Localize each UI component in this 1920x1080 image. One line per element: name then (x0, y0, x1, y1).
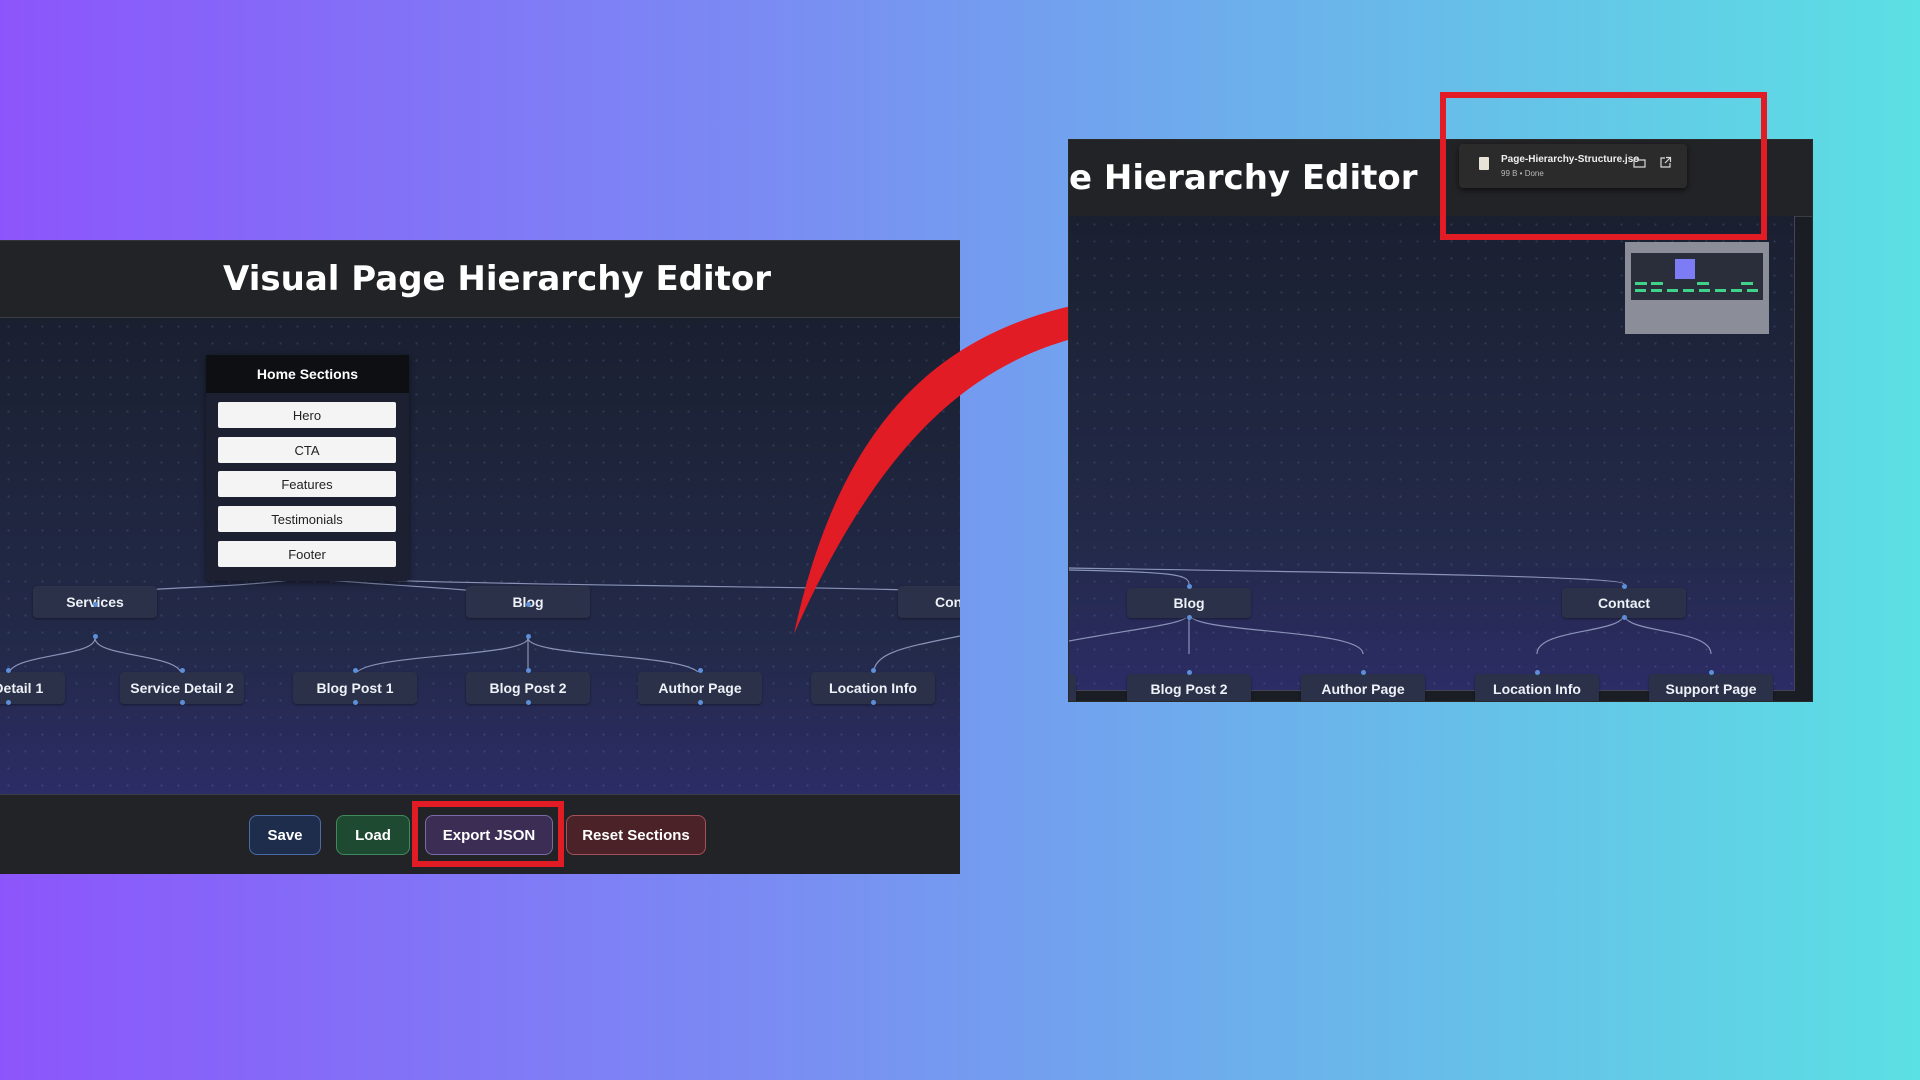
reset-sections-button[interactable]: Reset Sections (566, 815, 706, 855)
minimap-canvas (1631, 253, 1763, 300)
connector-dot[interactable] (1361, 670, 1366, 675)
home-sections-panel[interactable]: Home Sections Hero CTA Features Testimon… (206, 355, 409, 581)
connector-dot[interactable] (6, 668, 11, 673)
connector-dot[interactable] (353, 700, 358, 705)
download-highlight-box (1440, 92, 1767, 240)
node-contact[interactable]: Contact (1562, 588, 1686, 618)
connector-dot[interactable] (526, 700, 531, 705)
page-title: Visual Page Hierarchy Editor (223, 259, 772, 299)
connector-dot[interactable] (871, 700, 876, 705)
section-item-testimonials[interactable]: Testimonials (218, 506, 396, 532)
minimap-node-row (1635, 289, 1759, 292)
node-blog[interactable]: Blog (1127, 588, 1251, 618)
connector-dot[interactable] (698, 700, 703, 705)
connector-dot[interactable] (1187, 584, 1192, 589)
node-location-info[interactable]: Location Info (1475, 674, 1599, 701)
connector-dot[interactable] (180, 700, 185, 705)
minimap-viewport[interactable] (1675, 259, 1695, 279)
connector-dot[interactable] (1709, 670, 1714, 675)
hierarchy-canvas[interactable]: Blog Contact Blog Post 2 Author Page Loc… (1069, 216, 1795, 701)
node-blog-post-2[interactable]: Blog Post 2 (1127, 674, 1251, 701)
home-sections-header: Home Sections (206, 355, 409, 393)
minimap-node (1635, 282, 1647, 285)
connector-dot[interactable] (180, 668, 185, 673)
connector-dot[interactable] (1187, 615, 1192, 620)
section-item-cta[interactable]: CTA (218, 437, 396, 463)
connector-dot[interactable] (93, 602, 98, 607)
connector-dot[interactable] (1535, 670, 1540, 675)
minimap-node (1741, 282, 1753, 285)
connector-dot[interactable] (93, 634, 98, 639)
section-item-footer[interactable]: Footer (218, 541, 396, 567)
connector-dot[interactable] (698, 668, 703, 673)
section-item-hero[interactable]: Hero (218, 402, 396, 428)
connector-dot[interactable] (1622, 615, 1627, 620)
load-button[interactable]: Load (336, 815, 410, 855)
connector-dot[interactable] (526, 634, 531, 639)
node-service-detail-1[interactable]: e Detail 1 (0, 672, 65, 704)
save-button[interactable]: Save (249, 815, 321, 855)
connector-dot[interactable] (1622, 584, 1627, 589)
connector-dot[interactable] (526, 602, 531, 607)
export-highlight-box (412, 801, 564, 867)
node-author-page[interactable]: Author Page (1301, 674, 1425, 701)
page-title-cropped: e Hierarchy Editor (1069, 158, 1418, 198)
action-toolbar: Save Load Export JSON Reset Sections (0, 794, 960, 874)
connector-dot[interactable] (871, 668, 876, 673)
node-cropped[interactable] (1069, 674, 1076, 701)
minimap-node (1651, 282, 1663, 285)
connector-dot[interactable] (526, 668, 531, 673)
connector-dot[interactable] (353, 668, 358, 673)
connector-dot[interactable] (6, 700, 11, 705)
minimap-node (1697, 282, 1709, 285)
section-item-features[interactable]: Features (218, 471, 396, 497)
minimap[interactable] (1625, 242, 1769, 334)
node-support-page[interactable]: Support Page (1649, 674, 1773, 701)
connector-dot[interactable] (1187, 670, 1192, 675)
